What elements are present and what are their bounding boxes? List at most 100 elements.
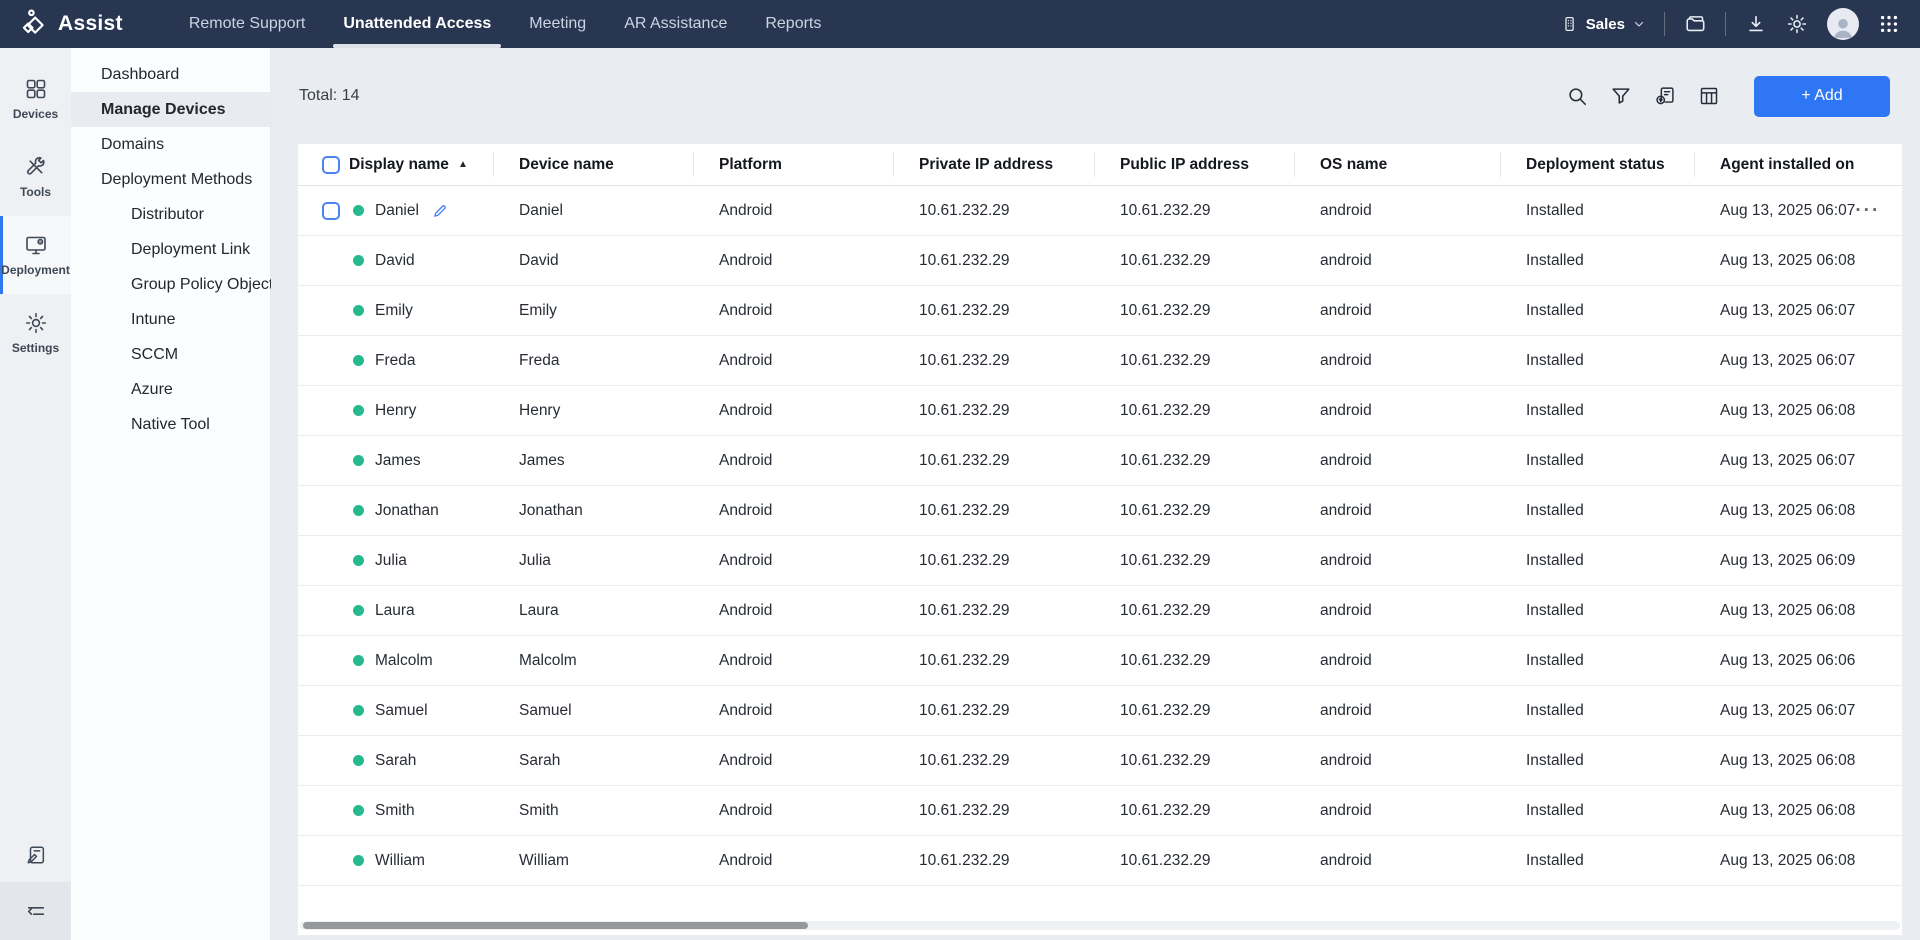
- sidebar-item-native-tool[interactable]: Native Tool: [71, 407, 270, 442]
- nav-item-meeting[interactable]: Meeting: [529, 0, 586, 48]
- nav-item-unattended-access[interactable]: Unattended Access: [343, 0, 491, 48]
- select-all-checkbox[interactable]: [322, 156, 340, 174]
- column-header-public-ip-address[interactable]: Public IP address: [1095, 144, 1295, 185]
- rail-item-settings[interactable]: Settings: [0, 294, 71, 372]
- display-name-cell: Emily: [298, 302, 494, 320]
- platform-cell: Android: [694, 602, 894, 620]
- table-row[interactable]: LauraLauraAndroid10.61.232.2910.61.232.2…: [298, 586, 1902, 636]
- os-name-cell: android: [1295, 352, 1501, 370]
- public-ip-cell: 10.61.232.29: [1095, 502, 1295, 520]
- sidebar-item-deployment-link[interactable]: Deployment Link: [71, 232, 270, 267]
- horizontal-scrollbar[interactable]: [300, 921, 1900, 930]
- device-name-cell: Sarah: [494, 752, 694, 770]
- os-name-cell: android: [1295, 552, 1501, 570]
- app-grid-button[interactable]: [1878, 13, 1900, 35]
- deployment-status-cell: Installed: [1501, 602, 1695, 620]
- platform-cell: Android: [694, 752, 894, 770]
- org-switcher[interactable]: Sales: [1560, 15, 1645, 33]
- sidebar-item-group-policy-object[interactable]: Group Policy Object: [71, 267, 270, 302]
- sidebar-item-intune[interactable]: Intune: [71, 302, 270, 337]
- app-brand[interactable]: Assist: [18, 9, 123, 39]
- column-header-device-name[interactable]: Device name: [494, 144, 694, 185]
- feedback-button[interactable]: [25, 844, 47, 866]
- settings-button[interactable]: [1786, 13, 1808, 35]
- deployment-monitor-icon: [24, 233, 48, 257]
- deployment-status-cell: Installed: [1501, 302, 1695, 320]
- platform-cell: Android: [694, 652, 894, 670]
- device-name-cell: Julia: [494, 552, 694, 570]
- public-ip-cell: 10.61.232.29: [1095, 352, 1295, 370]
- display-name: Smith: [375, 802, 415, 820]
- collapse-sidebar-button[interactable]: [25, 900, 47, 922]
- sidebar-item-distributor[interactable]: Distributor: [71, 197, 270, 232]
- files-button[interactable]: [1684, 13, 1706, 35]
- manage-columns-button[interactable]: [1698, 85, 1720, 107]
- column-label: Device name: [519, 156, 614, 174]
- column-header-agent-installed-on[interactable]: Agent installed on: [1695, 144, 1902, 185]
- table-row[interactable]: HenryHenryAndroid10.61.232.2910.61.232.2…: [298, 386, 1902, 436]
- online-status-dot: [353, 205, 364, 216]
- display-name: Freda: [375, 352, 416, 370]
- nav-item-ar-assistance[interactable]: AR Assistance: [624, 0, 727, 48]
- table-row[interactable]: WilliamWilliamAndroid10.61.232.2910.61.2…: [298, 836, 1902, 886]
- sidebar-item-dashboard[interactable]: Dashboard: [71, 57, 270, 92]
- row-more-actions-button[interactable]: ···: [1855, 201, 1880, 220]
- os-name-cell: android: [1295, 302, 1501, 320]
- table-row[interactable]: FredaFredaAndroid10.61.232.2910.61.232.2…: [298, 336, 1902, 386]
- rail-item-deployment[interactable]: Deployment: [0, 216, 71, 294]
- table-row[interactable]: SmithSmithAndroid10.61.232.2910.61.232.2…: [298, 786, 1902, 836]
- sidebar-item-sccm[interactable]: SCCM: [71, 337, 270, 372]
- sidebar-item-deployment-methods[interactable]: Deployment Methods: [71, 162, 270, 197]
- table-row[interactable]: MalcolmMalcolmAndroid10.61.232.2910.61.2…: [298, 636, 1902, 686]
- sidebar-item-manage-devices[interactable]: Manage Devices: [71, 92, 270, 127]
- scrollbar-thumb[interactable]: [303, 922, 808, 929]
- column-header-os-name[interactable]: OS name: [1295, 144, 1501, 185]
- export-button[interactable]: [1654, 85, 1676, 107]
- public-ip-cell: 10.61.232.29: [1095, 652, 1295, 670]
- table-toolbar: Total: 14: [271, 48, 1920, 144]
- deployment-status-cell: Installed: [1501, 402, 1695, 420]
- table-columns-icon: [1698, 85, 1720, 107]
- table-row[interactable]: JuliaJuliaAndroid10.61.232.2910.61.232.2…: [298, 536, 1902, 586]
- agent-installed-cell: Aug 13, 2025 06:08···: [1695, 801, 1902, 820]
- sidebar-item-azure[interactable]: Azure: [71, 372, 270, 407]
- table-row[interactable]: EmilyEmilyAndroid10.61.232.2910.61.232.2…: [298, 286, 1902, 336]
- column-header-private-ip-address[interactable]: Private IP address: [894, 144, 1095, 185]
- divider: [1725, 12, 1726, 36]
- nav-item-reports[interactable]: Reports: [765, 0, 821, 48]
- table-row[interactable]: DanielDanielAndroid10.61.232.2910.61.232…: [298, 186, 1902, 236]
- column-header-display-name[interactable]: Display name▲: [298, 144, 494, 185]
- add-device-button[interactable]: + Add: [1754, 76, 1890, 117]
- agent-installed-cell: Aug 13, 2025 06:07···: [1695, 351, 1902, 370]
- table-row[interactable]: SarahSarahAndroid10.61.232.2910.61.232.2…: [298, 736, 1902, 786]
- rail-item-devices[interactable]: Devices: [0, 60, 71, 138]
- app-title: Assist: [58, 12, 123, 36]
- filter-button[interactable]: [1610, 85, 1632, 107]
- online-status-dot: [353, 755, 364, 766]
- public-ip-cell: 10.61.232.29: [1095, 452, 1295, 470]
- sidebar-item-domains[interactable]: Domains: [71, 127, 270, 162]
- agent-installed-cell: Aug 13, 2025 06:06···: [1695, 651, 1902, 670]
- row-checkbox[interactable]: [322, 202, 340, 220]
- user-avatar[interactable]: [1827, 8, 1859, 40]
- platform-cell: Android: [694, 402, 894, 420]
- table-row[interactable]: DavidDavidAndroid10.61.232.2910.61.232.2…: [298, 236, 1902, 286]
- tools-icon: [24, 155, 48, 179]
- search-button[interactable]: [1566, 85, 1588, 107]
- rename-button[interactable]: [432, 202, 449, 219]
- downloads-button[interactable]: [1745, 13, 1767, 35]
- deployment-status-cell: Installed: [1501, 852, 1695, 870]
- private-ip-cell: 10.61.232.29: [894, 702, 1095, 720]
- column-header-deployment-status[interactable]: Deployment status: [1501, 144, 1695, 185]
- table-row[interactable]: JamesJamesAndroid10.61.232.2910.61.232.2…: [298, 436, 1902, 486]
- agent-installed-on: Aug 13, 2025 06:07: [1720, 202, 1855, 220]
- platform-cell: Android: [694, 252, 894, 270]
- device-name-cell: Samuel: [494, 702, 694, 720]
- table-row[interactable]: SamuelSamuelAndroid10.61.232.2910.61.232…: [298, 686, 1902, 736]
- rail-item-tools[interactable]: Tools: [0, 138, 71, 216]
- table-row[interactable]: JonathanJonathanAndroid10.61.232.2910.61…: [298, 486, 1902, 536]
- nav-item-remote-support[interactable]: Remote Support: [189, 0, 306, 48]
- column-header-platform[interactable]: Platform: [694, 144, 894, 185]
- device-name-cell: Emily: [494, 302, 694, 320]
- agent-installed-cell: Aug 13, 2025 06:09···: [1695, 551, 1902, 570]
